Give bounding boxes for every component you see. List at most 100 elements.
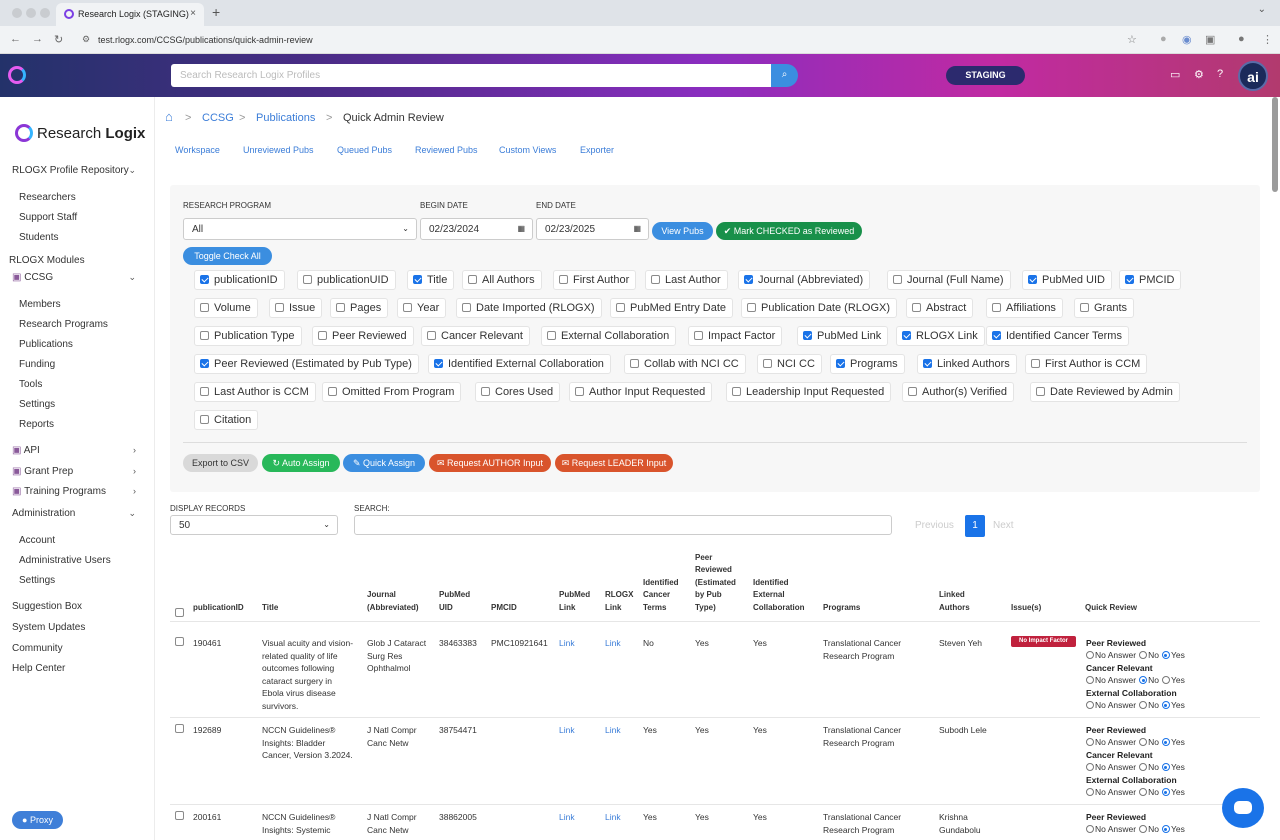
header-quick-review[interactable]: Quick Review xyxy=(1085,602,1137,615)
brand-logo[interactable]: Research Logix xyxy=(15,124,145,142)
checkbox[interactable] xyxy=(992,303,1001,312)
column-toggle-pubmed-entry-date[interactable]: PubMed Entry Date xyxy=(610,298,733,318)
checkbox[interactable] xyxy=(1125,275,1134,284)
sidebar-item-system-updates[interactable]: System Updates xyxy=(12,622,85,633)
column-toggle-external-collaboration[interactable]: External Collaboration xyxy=(541,326,677,346)
tab-queued-pubs[interactable]: Queued Pubs xyxy=(337,145,392,155)
tab-close-icon[interactable]: × xyxy=(190,8,196,19)
checkbox[interactable] xyxy=(403,303,412,312)
checkbox[interactable] xyxy=(200,303,209,312)
select-all-checkbox[interactable] xyxy=(175,608,184,617)
view-pubs-button[interactable]: View Pubs xyxy=(652,222,713,240)
browser-menu-icon[interactable]: ⋮ xyxy=(1262,33,1273,46)
checkbox[interactable] xyxy=(336,303,345,312)
checkbox[interactable] xyxy=(902,331,911,340)
column-toggle-impact-factor[interactable]: Impact Factor xyxy=(688,326,783,346)
sidebar-item-support-staff[interactable]: Support Staff xyxy=(19,212,77,223)
checkbox[interactable] xyxy=(630,359,639,368)
column-toggle-journal-full-name[interactable]: Journal (Full Name) xyxy=(887,270,1011,290)
radio-button[interactable] xyxy=(1161,825,1170,833)
chat-icon[interactable]: ▭ xyxy=(1170,68,1180,81)
chevron-right-icon[interactable]: › xyxy=(133,466,136,476)
column-toggle-pubmed-link[interactable]: PubMed Link xyxy=(797,326,889,346)
sidebar-item-training-programs[interactable]: ▣ Training Programs xyxy=(12,486,106,497)
radio-button[interactable] xyxy=(1161,651,1170,659)
header-pubmed-link[interactable]: PubMed Link xyxy=(559,589,590,614)
extensions-puzzle-icon[interactable]: ▣ xyxy=(1205,33,1215,46)
row-checkbox[interactable] xyxy=(175,637,184,646)
window-minimize-dot[interactable] xyxy=(26,8,36,18)
column-toggle-grants[interactable]: Grants xyxy=(1074,298,1135,318)
column-toggle-all-authors[interactable]: All Authors xyxy=(462,270,542,290)
browser-tab[interactable]: Research Logix (STAGING) × xyxy=(56,3,204,26)
checkbox[interactable] xyxy=(427,331,436,340)
sidebar-item-members[interactable]: Members xyxy=(19,299,61,310)
checkbox[interactable] xyxy=(747,303,756,312)
checkbox[interactable] xyxy=(559,275,568,284)
chevron-down-icon[interactable]: ⌄ xyxy=(128,508,136,519)
column-toggle-date-reviewed-by-admin[interactable]: Date Reviewed by Admin xyxy=(1030,382,1180,402)
column-toggle-leadership-input-requested[interactable]: Leadership Input Requested xyxy=(726,382,892,402)
new-tab-icon[interactable]: + xyxy=(212,4,220,20)
column-toggle-volume[interactable]: Volume xyxy=(194,298,258,318)
radio-button[interactable] xyxy=(1139,651,1148,659)
checkbox[interactable] xyxy=(836,359,845,368)
profile-avatar-icon[interactable]: ● xyxy=(1238,33,1245,45)
window-zoom-dot[interactable] xyxy=(40,8,50,18)
sidebar-item-grant-prep[interactable]: ▣ Grant Prep xyxy=(12,466,73,477)
header-cancer-terms[interactable]: Identified Cancer Terms xyxy=(643,577,679,615)
checkbox[interactable] xyxy=(744,275,753,284)
checkbox[interactable] xyxy=(763,359,772,368)
radio-button[interactable] xyxy=(1086,738,1094,746)
column-toggle-citation[interactable]: Citation xyxy=(194,410,259,430)
checkbox[interactable] xyxy=(908,387,917,396)
reload-icon[interactable]: ↻ xyxy=(54,33,63,46)
column-toggle-publication-type[interactable]: Publication Type xyxy=(194,326,302,346)
column-toggle-author-input-requested[interactable]: Author Input Requested xyxy=(569,382,713,402)
url-field[interactable]: ⚙ test.rlogx.com/CCSG/publications/quick… xyxy=(76,30,1146,50)
column-toggle-date-imported-rlogx[interactable]: Date Imported (RLOGX) xyxy=(456,298,602,318)
column-toggle-peer-reviewed[interactable]: Peer Reviewed xyxy=(312,326,414,346)
row-checkbox[interactable] xyxy=(175,811,184,820)
sidebar-item-tools[interactable]: Tools xyxy=(19,379,42,390)
breadcrumb-publications[interactable]: Publications xyxy=(256,112,315,124)
sidebar-profile-repository[interactable]: RLOGX Profile Repository xyxy=(12,165,129,176)
cell-rlogx-link[interactable]: Link xyxy=(605,637,639,650)
window-close-dot[interactable] xyxy=(12,8,22,18)
radio-button[interactable] xyxy=(1139,676,1148,684)
header-external-collaboration[interactable]: Identified External Collaboration xyxy=(753,577,805,615)
help-icon[interactable]: ? xyxy=(1217,68,1223,80)
column-toggle-collab-with-nci-cc[interactable]: Collab with NCI CC xyxy=(624,354,746,374)
sidebar-item-research-programs[interactable]: Research Programs xyxy=(19,319,108,330)
site-settings-icon[interactable]: ⚙ xyxy=(82,34,90,45)
header-title[interactable]: Title xyxy=(262,602,278,615)
begin-date-input[interactable]: 02/23/2024 ▦ xyxy=(420,218,533,240)
column-toggle-abstract[interactable]: Abstract xyxy=(906,298,974,318)
header-peer-reviewed-est[interactable]: Peer Reviewed (Estimated by Pub Type) xyxy=(695,552,736,615)
sidebar-item-admin-settings[interactable]: Settings xyxy=(19,575,55,586)
tab-list-chevron-icon[interactable]: ⌄ xyxy=(1258,4,1266,15)
gear-icon[interactable]: ⚙ xyxy=(1194,68,1204,81)
research-program-select[interactable]: All ⌄ xyxy=(183,218,417,240)
profile-search-input[interactable]: Search Research Logix Profiles xyxy=(171,64,771,87)
bookmark-star-icon[interactable]: ☆ xyxy=(1127,33,1137,46)
auto-assign-button[interactable]: ↻ Auto Assign xyxy=(262,454,340,472)
column-toggle-title[interactable]: Title xyxy=(407,270,455,290)
sidebar-item-administrative-users[interactable]: Administrative Users xyxy=(19,555,111,566)
sidebar-item-suggestion-box[interactable]: Suggestion Box xyxy=(12,601,82,612)
checkbox[interactable] xyxy=(318,331,327,340)
sidebar-item-ccsg[interactable]: ▣ CCSG xyxy=(12,272,53,283)
column-toggle-identified-cancer-terms[interactable]: Identified Cancer Terms xyxy=(986,326,1129,346)
support-chat-button[interactable] xyxy=(1222,788,1264,828)
home-icon[interactable]: ⌂ xyxy=(165,109,173,124)
chevron-right-icon[interactable]: › xyxy=(133,445,136,455)
radio-button[interactable] xyxy=(1086,788,1094,796)
pagination-page-1[interactable]: 1 xyxy=(965,515,985,537)
export-csv-button[interactable]: Export to CSV xyxy=(183,454,258,472)
breadcrumb-ccsg[interactable]: CCSG xyxy=(202,112,234,124)
radio-button[interactable] xyxy=(1161,676,1170,684)
checkbox[interactable] xyxy=(912,303,921,312)
sidebar-item-settings[interactable]: Settings xyxy=(19,399,55,410)
column-toggle-pmcid[interactable]: PMCID xyxy=(1119,270,1182,290)
radio-button[interactable] xyxy=(1139,738,1148,746)
